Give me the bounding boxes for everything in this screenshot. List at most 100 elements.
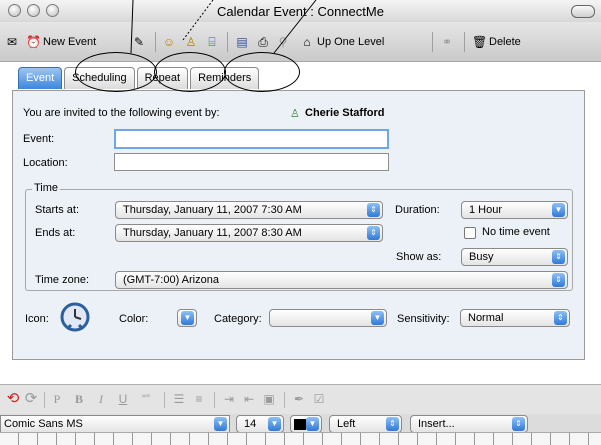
size-popup[interactable]: 14 ▼ — [236, 415, 284, 433]
starts-value: Thursday, January 11, 2007 7:30 AM — [123, 204, 302, 216]
location-label: Location: — [23, 157, 68, 169]
address-button[interactable]: ⌸ — [205, 34, 219, 50]
formatting-toolbar: ⟲ ⟳ P B I U “” ☰ ≡ ⇥ ⇤ ▣ ✒ ☑ — [0, 384, 601, 415]
link-button[interactable]: ⚭ — [440, 34, 454, 50]
show-as-popup[interactable]: Busy ⇕ — [461, 248, 568, 266]
no-time-checkbox[interactable] — [464, 227, 476, 239]
signature-icon[interactable]: ✒ — [292, 391, 306, 407]
find-button[interactable]: ⚲ — [276, 34, 290, 50]
updown-arrow-icon: ⇕ — [512, 417, 525, 431]
updown-arrow-icon: ⇕ — [386, 417, 399, 431]
color-popup[interactable]: ▼ — [177, 309, 197, 327]
time-group: Time Starts at: Thursday, January 11, 20… — [25, 182, 573, 291]
ends-value: Thursday, January 11, 2007 8:30 AM — [123, 227, 302, 239]
window-title: Calendar Event : ConnectMe — [217, 4, 384, 19]
event-field[interactable] — [114, 129, 389, 149]
toolbar-separator — [155, 32, 156, 52]
toolbar-separator — [464, 32, 465, 52]
font-row: Comic Sans MS ▼ 14 ▼ ▼ Left ⇕ Insert... … — [0, 414, 601, 433]
updown-arrow-icon: ⇕ — [367, 226, 380, 240]
image-icon[interactable]: ▣ — [262, 391, 276, 407]
font-popup[interactable]: Comic Sans MS ▼ — [0, 415, 230, 433]
compose-button[interactable]: ✉ — [5, 34, 19, 50]
event-panel: You are invited to the following event b… — [12, 90, 585, 360]
undo-icon[interactable]: ⟲ — [6, 391, 20, 407]
folder-up-icon: ⌂ — [303, 34, 311, 49]
color-swatch — [294, 418, 306, 430]
invite-text: You are invited to the following event b… — [23, 107, 220, 119]
organizer-name: Cherie Stafford — [305, 107, 385, 119]
tab-reminders[interactable]: Reminders — [190, 67, 260, 89]
attendee-button[interactable]: ☺ — [162, 34, 176, 50]
indent-icon[interactable]: ⇥ — [222, 391, 236, 407]
chevron-down-icon: ▼ — [371, 311, 384, 325]
save-icon: ▤ — [236, 34, 248, 49]
numbered-list-icon[interactable]: ≡ — [192, 391, 206, 407]
duration-popup[interactable]: 1 Hour ▼ — [461, 201, 568, 219]
underline-button[interactable]: U — [116, 391, 130, 407]
location-field[interactable] — [114, 153, 389, 171]
new-event-button[interactable]: ⏰ New Event — [26, 34, 96, 50]
delete-label: Delete — [489, 36, 521, 48]
starts-popup[interactable]: Thursday, January 11, 2007 7:30 AM ⇕ — [115, 201, 383, 219]
show-as-value: Busy — [469, 251, 494, 263]
font-value: Comic Sans MS — [4, 418, 83, 430]
plain-text-button[interactable]: P — [50, 391, 64, 407]
updown-arrow-icon: ⇕ — [554, 311, 567, 325]
starts-label: Starts at: — [35, 204, 80, 216]
toolbar-separator — [44, 392, 45, 408]
quote-button[interactable]: “” — [136, 391, 156, 407]
show-as-label: Show as: — [396, 251, 442, 263]
updown-arrow-icon: ⇕ — [552, 273, 565, 287]
person-icon: ♙ — [290, 108, 300, 120]
bulleted-list-icon[interactable]: ☰ — [172, 391, 186, 407]
up-one-level-button[interactable]: ⌂ Up One Level — [300, 34, 384, 50]
insert-popup[interactable]: Insert... ⇕ — [410, 415, 528, 433]
ends-popup[interactable]: Thursday, January 11, 2007 8:30 AM ⇕ — [115, 224, 383, 242]
outdent-icon[interactable]: ⇤ — [242, 391, 256, 407]
chevron-down-icon: ▼ — [268, 417, 281, 431]
tab-bar: Event Scheduling Repeat Reminders — [18, 64, 260, 89]
ends-label: Ends at: — [35, 227, 76, 239]
compose-icon: ✉ — [6, 34, 18, 49]
toolbar: ✉ ⏰ New Event ✎ ☺ ♙ ⌸ ▤ ⎙ ⚲ ⌂ Up One Lev… — [0, 22, 601, 62]
clock-icon: ⏰ — [26, 34, 41, 49]
print-button[interactable]: ⎙ — [256, 34, 270, 50]
tab-repeat[interactable]: Repeat — [136, 67, 189, 89]
chevron-down-icon: ▼ — [181, 311, 194, 325]
ruler — [0, 432, 601, 445]
title-bar: Calendar Event : ConnectMe — [0, 0, 601, 22]
checkbox-icon[interactable]: ☑ — [312, 391, 326, 407]
clock-icon[interactable] — [59, 301, 91, 333]
address-icon: ⌸ — [208, 34, 216, 49]
person-icon: ☺ — [162, 34, 176, 49]
timezone-label: Time zone: — [35, 274, 90, 286]
italic-button[interactable]: I — [94, 391, 108, 407]
print-icon: ⎙ — [258, 34, 268, 49]
updown-arrow-icon: ⇕ — [367, 203, 380, 217]
accept-button[interactable]: ♙ — [184, 34, 198, 50]
accept-icon: ♙ — [185, 34, 197, 49]
toolbar-toggle-icon[interactable] — [571, 5, 595, 18]
updown-arrow-icon: ⇕ — [552, 250, 565, 264]
bold-button[interactable]: B — [72, 391, 86, 407]
new-item-button[interactable]: ✎ — [132, 34, 146, 50]
event-label: Event: — [23, 133, 55, 145]
toolbar-separator — [214, 392, 215, 408]
redo-icon[interactable]: ⟳ — [24, 391, 38, 407]
new-event-label: New Event — [43, 36, 97, 48]
delete-button[interactable]: 🗑 Delete — [472, 34, 521, 50]
toolbar-separator — [284, 392, 285, 408]
tab-scheduling[interactable]: Scheduling — [64, 67, 135, 89]
sensitivity-label: Sensitivity: — [397, 313, 450, 325]
chevron-down-icon: ▼ — [306, 417, 319, 431]
sensitivity-popup[interactable]: Normal ⇕ — [460, 309, 570, 327]
size-value: 14 — [244, 418, 257, 430]
sensitivity-value: Normal — [468, 312, 504, 324]
text-color-popup[interactable]: ▼ — [290, 415, 322, 433]
tab-event[interactable]: Event — [18, 67, 63, 89]
align-popup[interactable]: Left ⇕ — [329, 415, 402, 433]
category-popup[interactable]: ▼ — [269, 309, 387, 327]
save-button[interactable]: ▤ — [235, 34, 249, 50]
timezone-popup[interactable]: (GMT-7:00) Arizona ⇕ — [115, 271, 568, 289]
